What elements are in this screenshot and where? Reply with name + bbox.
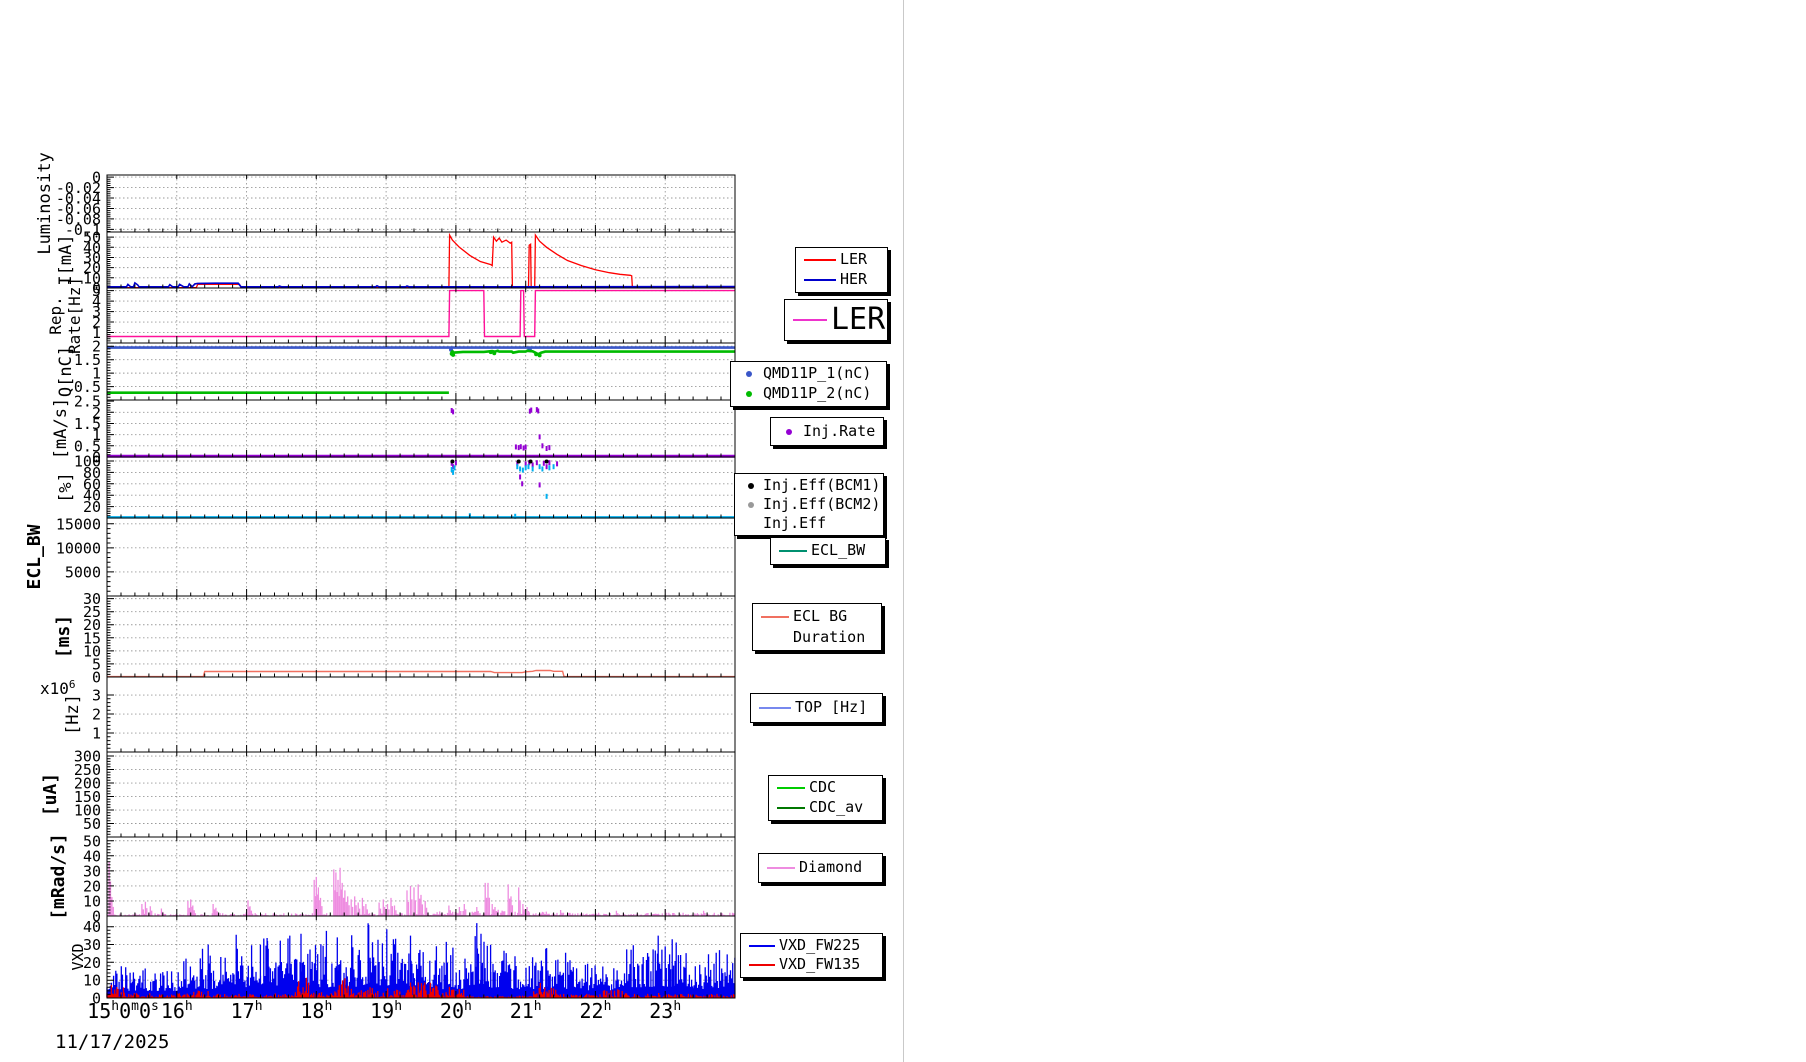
panel-ecl-bw: 15000 10000 5000 ECL_BW <box>24 515 736 597</box>
panel-frame <box>106 287 736 344</box>
axis-ticks <box>106 400 736 457</box>
axis-ticks <box>106 752 736 837</box>
x-tick-label: 15h0m0s <box>87 999 159 1023</box>
panel-title-inj-rate: [mA/s] <box>51 398 71 459</box>
y-tick-label: 20 <box>83 498 101 516</box>
panel-frame <box>106 751 736 838</box>
canvas-divider <box>903 0 904 1062</box>
panel-title-bunch-charge: Q[nC] <box>56 346 76 397</box>
panel-diamond-dose: 50403020100[mRad/s] <box>48 832 736 926</box>
y-tick-label: 50 <box>83 815 101 833</box>
y-tick-label: 1 <box>92 725 101 743</box>
panel-frame <box>106 595 736 678</box>
panel-bunch-charge: 21.510.5Q[nC] <box>56 338 736 401</box>
x-tick-label: 20h <box>440 999 472 1023</box>
y-tick-label: 10 <box>83 972 101 990</box>
y-tick-label: 40 <box>83 918 101 936</box>
panel-title-rep-rate: Rep. <box>46 296 65 335</box>
y-tick-label: 10000 <box>56 539 101 557</box>
series-inj-rate <box>450 407 551 452</box>
x-axis-labels: 15h0m0s 16h 17h 18h 19h 20h 21h 22h 23h <box>87 999 681 1023</box>
series-inj-eff-bcm2- <box>450 464 555 519</box>
panel-frame <box>106 676 736 753</box>
axis-ticks <box>106 232 736 288</box>
series-ecl-bg-duration <box>107 669 735 678</box>
axis-ticks <box>106 677 736 752</box>
panel-frame <box>106 174 736 233</box>
series-inj-eff-bcm1- <box>450 459 549 464</box>
x-tick-label: 19h <box>370 999 402 1023</box>
panel-title-cdc-current: [uA] <box>40 773 61 816</box>
panel-title-rep-rate: Rate[Hz] <box>65 277 84 354</box>
panel-vxd-dose: 403020100VXD <box>69 915 736 1008</box>
x-tick-label: 18h <box>300 999 332 1023</box>
y-tick-label: 0 <box>92 669 101 687</box>
panel-inj-eff: 10080604020[%] <box>56 452 736 519</box>
series-diamond <box>107 861 735 916</box>
panel-rep-rate: 54321Rep. Rate[Hz] <box>46 277 736 354</box>
panel-ecl-bg-duration: 302520151050[ms] <box>53 590 736 687</box>
y-tick-label: 15000 <box>56 515 101 533</box>
x-tick-label: 22h <box>579 999 611 1023</box>
panel-inj-rate: 2.521.510.50[mA/s] <box>51 393 736 467</box>
series-ler <box>107 289 735 338</box>
series-ler <box>107 232 735 289</box>
panel-frame <box>106 456 736 519</box>
panel-title-diamond-dose: [mRad/s] <box>48 833 69 920</box>
panel-title-ecl-bg-duration: [ms] <box>53 615 74 658</box>
panel-luminosity: 0-0.02-0.04-0.06-0.08-0.1Luminosity <box>35 152 736 255</box>
panel-title-inj-eff: [%] <box>56 472 76 503</box>
y-tick-label: 2 <box>92 706 101 724</box>
panel-title-top-rate: [Hz] <box>63 694 83 735</box>
axis-ticks <box>106 288 736 343</box>
panel-frame <box>106 399 736 458</box>
panel-title-vxd-dose: VXD <box>69 943 87 970</box>
axis-ticks <box>106 457 736 518</box>
panel-top-rate: 321 [Hz] <box>63 676 736 753</box>
axis-ticks <box>106 175 736 232</box>
axis-ticks <box>106 518 736 596</box>
x-tick-label: 23h <box>649 999 681 1023</box>
panel-title-ecl-bw: ECL_BW <box>24 524 45 589</box>
panel-beam-current: 50403020100I[mA] <box>56 229 736 298</box>
panel-title-luminosity: Luminosity <box>35 152 55 254</box>
date-label: 11/17/2025 <box>55 1031 170 1053</box>
root-canvas: 0 -0.02 -0.04 -0.06 -0.08 -0.1 Luminosity 50 40 3… <box>0 0 1806 1062</box>
x-tick-label: 17h <box>231 999 263 1023</box>
y-tick-label: 3 <box>92 687 101 705</box>
axis-ticks <box>106 596 736 677</box>
x-tick-label: 21h <box>510 999 542 1023</box>
panel-frame <box>106 231 736 289</box>
panel-frame <box>106 517 736 597</box>
panel-cdc-current: 30025020015010050[uA] <box>40 748 736 838</box>
x-tick-label: 16h <box>161 999 193 1023</box>
y-tick-label: 5000 <box>65 563 101 581</box>
